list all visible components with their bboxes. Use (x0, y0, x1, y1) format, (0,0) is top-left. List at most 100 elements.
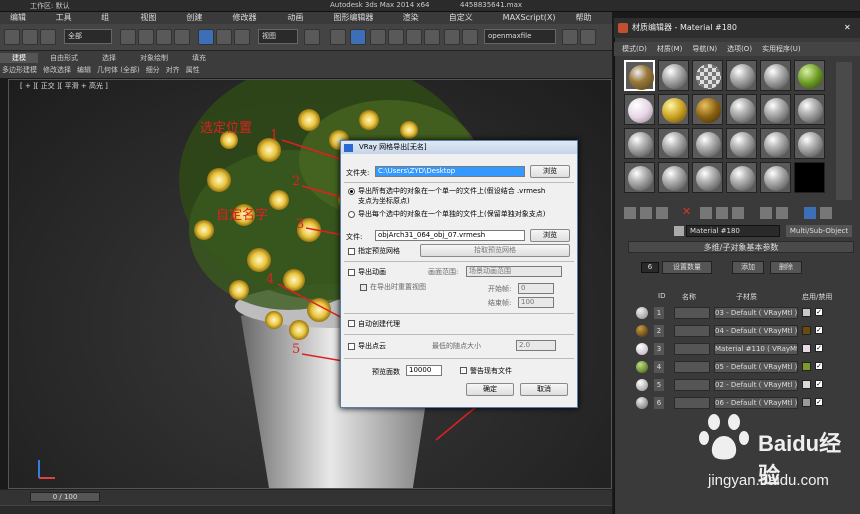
row-material-button[interactable]: 06 - Default ( VRayMtl ) (714, 397, 798, 409)
row-material-button[interactable]: 04 - Default ( VRayMtl ) (714, 325, 798, 337)
material-name-field[interactable]: Material #180 (686, 225, 780, 237)
row-color-swatch[interactable] (802, 380, 811, 389)
preview-mesh-checkbox[interactable] (348, 248, 355, 255)
sample-slot[interactable] (726, 128, 757, 159)
put-to-scene-icon[interactable] (640, 207, 652, 219)
preview-mesh-label: 指定预览网格 (358, 247, 400, 255)
sample-slot[interactable] (692, 128, 723, 159)
browse-folder-button[interactable]: 浏览 (530, 165, 570, 178)
sample-slot[interactable] (658, 94, 689, 125)
assign-material-icon[interactable] (656, 207, 668, 219)
sample-slot[interactable] (726, 94, 757, 125)
warn-existing-checkbox[interactable]: ✓ (460, 367, 467, 374)
sample-slot[interactable] (726, 60, 757, 91)
frame-range-dropdown[interactable]: 场景动画范围 (466, 266, 562, 277)
min-point-size-input[interactable]: 2.0 (516, 340, 556, 351)
sample-slot[interactable] (692, 162, 723, 193)
browse-file-button[interactable]: 浏览 (530, 229, 570, 242)
row-enable-checkbox[interactable]: ✓ (815, 362, 823, 370)
set-number-button[interactable]: 设置数量 (662, 261, 712, 274)
row-material-button[interactable]: 02 - Default ( VRayMtl ) (714, 379, 798, 391)
sample-slot[interactable] (794, 60, 825, 91)
row-color-swatch[interactable] (802, 362, 811, 371)
track-bar[interactable] (0, 505, 612, 514)
mat-menu-mode[interactable]: 模式(D) (622, 42, 647, 56)
sample-slot[interactable] (624, 60, 655, 91)
show-map-icon[interactable] (776, 207, 788, 219)
row-name-field[interactable] (674, 397, 710, 409)
sample-slot[interactable] (794, 162, 825, 193)
multi-sub-rollout[interactable]: 多维/子对象基本参数 (628, 241, 854, 253)
row-color-swatch[interactable] (802, 398, 811, 407)
mat-menu-navigation[interactable]: 导航(N) (692, 42, 717, 56)
cancel-button[interactable]: 取消 (520, 383, 568, 396)
sample-slot[interactable] (658, 162, 689, 193)
reset-view-checkbox[interactable] (360, 284, 367, 291)
row-enable-checkbox[interactable]: ✓ (815, 344, 823, 352)
close-icon[interactable]: ✕ (844, 18, 851, 38)
sample-slot[interactable] (794, 128, 825, 159)
row-enable-checkbox[interactable]: ✓ (815, 326, 823, 334)
row-enable-checkbox[interactable]: ✓ (815, 380, 823, 388)
pick-material-icon[interactable] (674, 226, 684, 236)
sample-slot[interactable] (658, 128, 689, 159)
row-color-swatch[interactable] (802, 308, 811, 317)
sample-slot[interactable] (692, 60, 723, 91)
sample-slot[interactable] (658, 60, 689, 91)
row-material-button[interactable]: 05 - Default ( VRayMtl ) (714, 361, 798, 373)
copy-material-icon[interactable] (700, 207, 712, 219)
start-frame-input[interactable]: 0 (518, 283, 554, 294)
sample-slot[interactable] (794, 94, 825, 125)
row-name-field[interactable] (674, 361, 710, 373)
end-frame-input[interactable]: 100 (518, 297, 554, 308)
header-name[interactable]: 名称 (682, 292, 696, 302)
mat-menu-options[interactable]: 选项(O) (727, 42, 752, 56)
sample-slot[interactable] (760, 60, 791, 91)
file-name-input[interactable]: objArch31_064_obj_07.vrmesh (375, 230, 525, 241)
sample-slot[interactable] (624, 94, 655, 125)
sample-slot[interactable] (760, 128, 791, 159)
unique-icon[interactable] (716, 207, 728, 219)
header-submaterial[interactable]: 子材质 (736, 292, 757, 302)
row-material-button[interactable]: 03 - Default ( VRayMtl ) (714, 307, 798, 319)
sample-slot[interactable] (624, 128, 655, 159)
pick-preview-mesh-button[interactable]: 拾取预览网格 (420, 244, 570, 257)
end-frame-label: 结束帧: (488, 299, 512, 307)
row-name-field[interactable] (674, 307, 710, 319)
sample-slot[interactable] (726, 162, 757, 193)
add-submaterial-button[interactable]: 添加 (732, 261, 764, 274)
show-end-result-icon[interactable] (804, 207, 816, 219)
row-name-field[interactable] (674, 379, 710, 391)
go-parent-icon[interactable] (820, 207, 832, 219)
row-color-swatch[interactable] (802, 326, 811, 335)
ok-button[interactable]: 确定 (466, 383, 514, 396)
auto-create-proxy-checkbox[interactable]: ✓ (348, 320, 355, 327)
sample-slot[interactable] (692, 94, 723, 125)
sample-slot[interactable] (760, 162, 791, 193)
folder-input[interactable]: C:\Users\ZYD\Desktop (375, 166, 525, 177)
radio-export-separate-files[interactable] (348, 211, 355, 218)
material-type-button[interactable]: Multi/Sub-Object (786, 225, 852, 237)
put-library-icon[interactable] (732, 207, 744, 219)
frame-range-label: 画面范围: (428, 268, 459, 276)
row-color-swatch[interactable] (802, 344, 811, 353)
row-material-button[interactable]: Material #110 ( VRayMtl ) (714, 343, 798, 355)
preview-faces-input[interactable]: 10000 (406, 365, 442, 376)
row-enable-checkbox[interactable]: ✓ (815, 308, 823, 316)
mat-menu-material[interactable]: 材质(M) (657, 42, 683, 56)
time-slider[interactable]: 0 / 100 (30, 492, 100, 502)
material-id-icon[interactable] (760, 207, 772, 219)
row-enable-checkbox[interactable]: ✓ (815, 398, 823, 406)
get-material-icon[interactable] (624, 207, 636, 219)
export-point-cloud-checkbox[interactable] (348, 343, 355, 350)
header-id[interactable]: ID (658, 292, 665, 300)
mat-menu-utilities[interactable]: 实用程序(U) (762, 42, 801, 56)
row-name-field[interactable] (674, 343, 710, 355)
row-name-field[interactable] (674, 325, 710, 337)
export-animation-checkbox[interactable] (348, 269, 355, 276)
delete-submaterial-button[interactable]: 删除 (770, 261, 802, 274)
reset-icon[interactable]: ✕ (682, 205, 691, 218)
radio-export-single-file[interactable] (348, 188, 355, 195)
sample-slot[interactable] (760, 94, 791, 125)
sample-slot[interactable] (624, 162, 655, 193)
